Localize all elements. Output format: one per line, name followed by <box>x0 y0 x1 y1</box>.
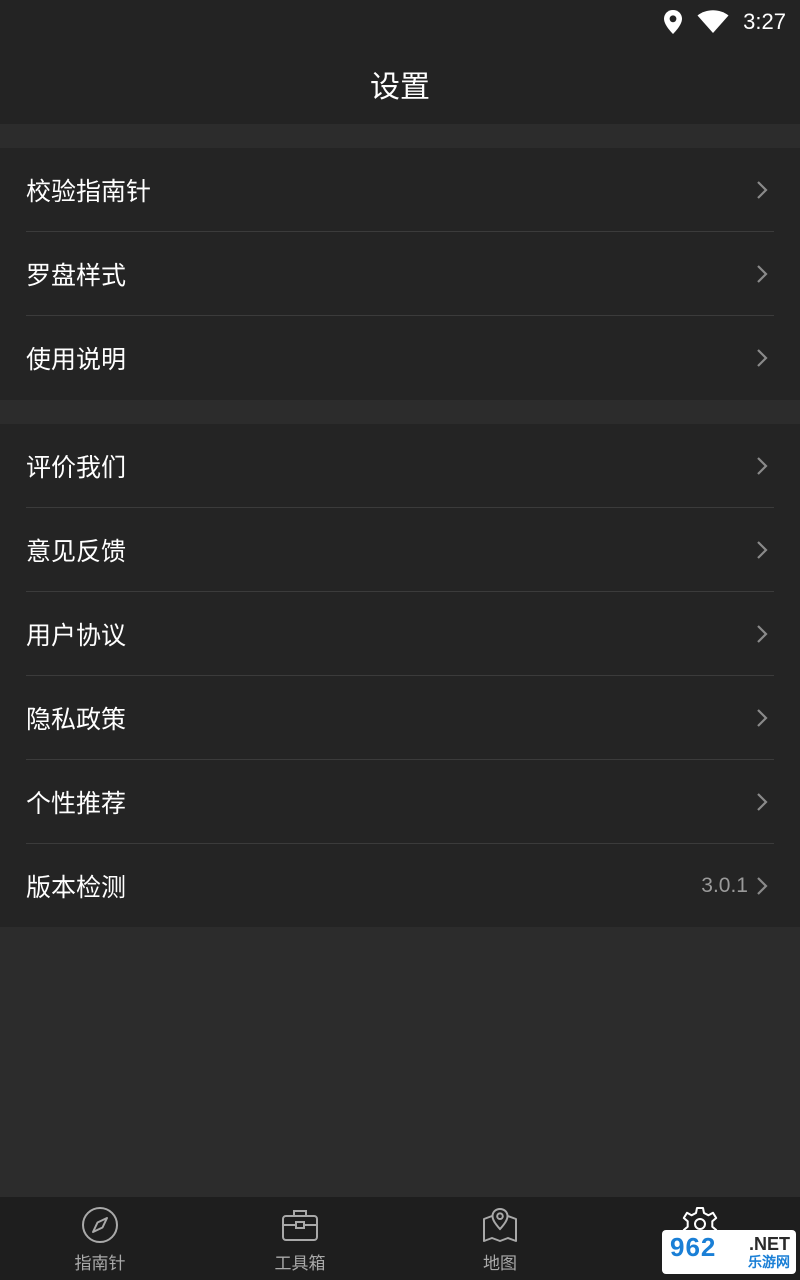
tab-compass[interactable]: 指南针 <box>0 1197 200 1280</box>
settings-item-feedback[interactable]: 意见反馈 <box>0 508 800 592</box>
settings-item-label: 隐私政策 <box>26 705 127 734</box>
watermark-logo: 962 .NET 乐游网 <box>662 1230 796 1274</box>
toolbox-icon <box>282 1210 318 1241</box>
settings-item-label: 版本检测 <box>26 873 127 902</box>
chevron-right-icon <box>757 349 768 367</box>
chevron-right-icon <box>757 709 768 727</box>
app-bar: 设置 <box>0 44 800 124</box>
map-icon <box>483 1207 517 1242</box>
tab-label: 指南针 <box>74 1254 126 1274</box>
settings-item-instructions[interactable]: 使用说明 <box>0 316 800 400</box>
settings-item-label: 罗盘样式 <box>26 261 127 290</box>
chevron-right-icon <box>757 793 768 811</box>
settings-item-label: 意见反馈 <box>26 537 127 566</box>
settings-group-general: 校验指南针 罗盘样式 使用说明 <box>0 148 800 400</box>
settings-item-version-check[interactable]: 版本检测 3.0.1 <box>0 844 800 928</box>
status-icons: 3:27 <box>663 6 786 38</box>
chevron-right-icon <box>757 457 768 475</box>
chevron-right-icon <box>757 265 768 283</box>
settings-item-label: 校验指南针 <box>26 177 152 206</box>
settings-item-label: 使用说明 <box>26 345 127 374</box>
chevron-right-icon <box>757 625 768 643</box>
status-time: 3:27 <box>743 9 786 34</box>
tab-label: 地图 <box>483 1254 517 1274</box>
compass-icon <box>82 1207 118 1243</box>
tab-toolbox[interactable]: 工具箱 <box>200 1197 400 1280</box>
location-pin-icon <box>664 10 683 34</box>
chevron-right-icon <box>757 877 768 895</box>
page-title: 设置 <box>370 70 430 105</box>
settings-item-label: 用户协议 <box>26 621 127 650</box>
tab-map[interactable]: 地图 <box>400 1197 600 1280</box>
chevron-right-icon <box>757 541 768 559</box>
settings-item-compass-style[interactable]: 罗盘样式 <box>0 232 800 316</box>
tab-label: 工具箱 <box>274 1254 326 1274</box>
version-value: 3.0.1 <box>701 874 748 897</box>
wifi-icon <box>697 10 729 33</box>
bottom-tab-bar: 指南针 工具箱 地图 设置 962 .NET 乐游网 <box>0 1197 800 1280</box>
settings-item-personalized-recommendations[interactable]: 个性推荐 <box>0 760 800 844</box>
watermark-sub: 乐游网 <box>748 1255 790 1271</box>
settings-item-rate-us[interactable]: 评价我们 <box>0 424 800 508</box>
settings-group-about: 评价我们 意见反馈 用户协议 隐私政策 个性推荐 版本检测 3.0.1 <box>0 424 800 927</box>
settings-item-label: 评价我们 <box>26 453 127 482</box>
status-bar: 3:27 <box>0 0 800 44</box>
watermark-brand: 962 <box>670 1232 717 1262</box>
settings-item-privacy-policy[interactable]: 隐私政策 <box>0 676 800 760</box>
chevron-right-icon <box>757 181 768 199</box>
settings-item-user-agreement[interactable]: 用户协议 <box>0 592 800 676</box>
settings-item-calibrate-compass[interactable]: 校验指南针 <box>0 148 800 232</box>
settings-item-label: 个性推荐 <box>26 789 127 818</box>
